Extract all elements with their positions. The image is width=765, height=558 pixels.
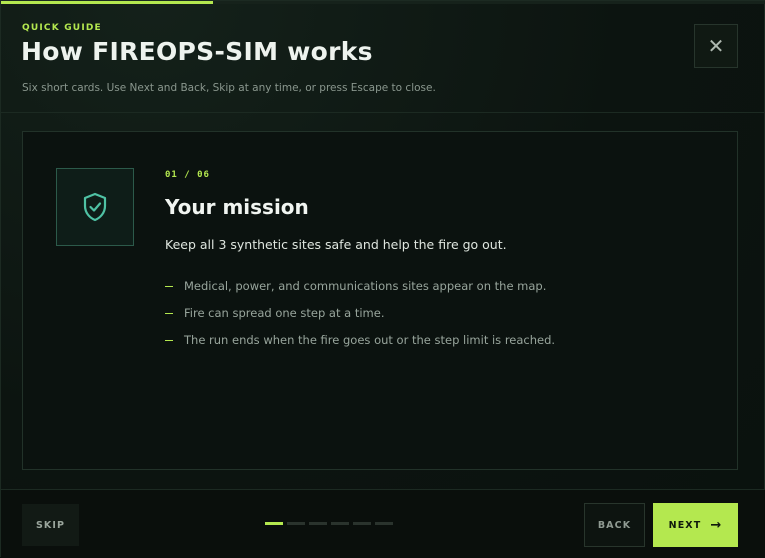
header-divider [1,112,765,113]
bullet-text: Fire can spread one step at a time. [184,305,385,320]
skip-button[interactable]: SKIP [22,504,79,546]
dialog-title: How FIREOPS-SIM works [21,37,373,66]
guide-card: 01 / 06 Your mission Keep all 3 syntheti… [22,131,738,470]
close-icon: ✕ [707,34,725,58]
card-icon-box [56,168,134,246]
bullet-text: The run ends when the fire goes out or t… [184,332,556,347]
list-item: Medical, power, and communications sites… [165,272,555,299]
progress-fill [1,1,213,4]
bullet-text: Medical, power, and communications sites… [184,278,547,293]
eyebrow-label: QUICK GUIDE [22,23,102,33]
step-counter: 01 / 06 [165,170,210,180]
close-button[interactable]: ✕ [694,24,738,68]
bullet-list: Medical, power, and communications sites… [165,272,555,353]
dash-icon [165,285,173,287]
dialog-subtitle: Six short cards. Use Next and Back, Skip… [22,82,436,94]
card-title: Your mission [165,195,309,219]
back-button[interactable]: BACK [584,503,645,547]
arrow-right-icon: → [710,517,723,533]
quick-guide-dialog: QUICK GUIDE How FIREOPS-SIM works Six sh… [0,0,765,558]
step-dot[interactable] [309,522,327,525]
progress-track [1,1,765,4]
dash-icon [165,339,173,341]
step-dot[interactable] [331,522,349,525]
step-dots [265,522,393,525]
step-dot[interactable] [375,522,393,525]
list-item: Fire can spread one step at a time. [165,299,555,326]
list-item: The run ends when the fire goes out or t… [165,326,555,353]
next-label: NEXT [668,519,702,531]
step-dot[interactable] [265,522,283,525]
next-button[interactable]: NEXT → [653,503,738,547]
dash-icon [165,312,173,314]
shield-check-icon [83,192,107,222]
step-dot[interactable] [287,522,305,525]
card-lead: Keep all 3 synthetic sites safe and help… [165,237,507,252]
step-dot[interactable] [353,522,371,525]
